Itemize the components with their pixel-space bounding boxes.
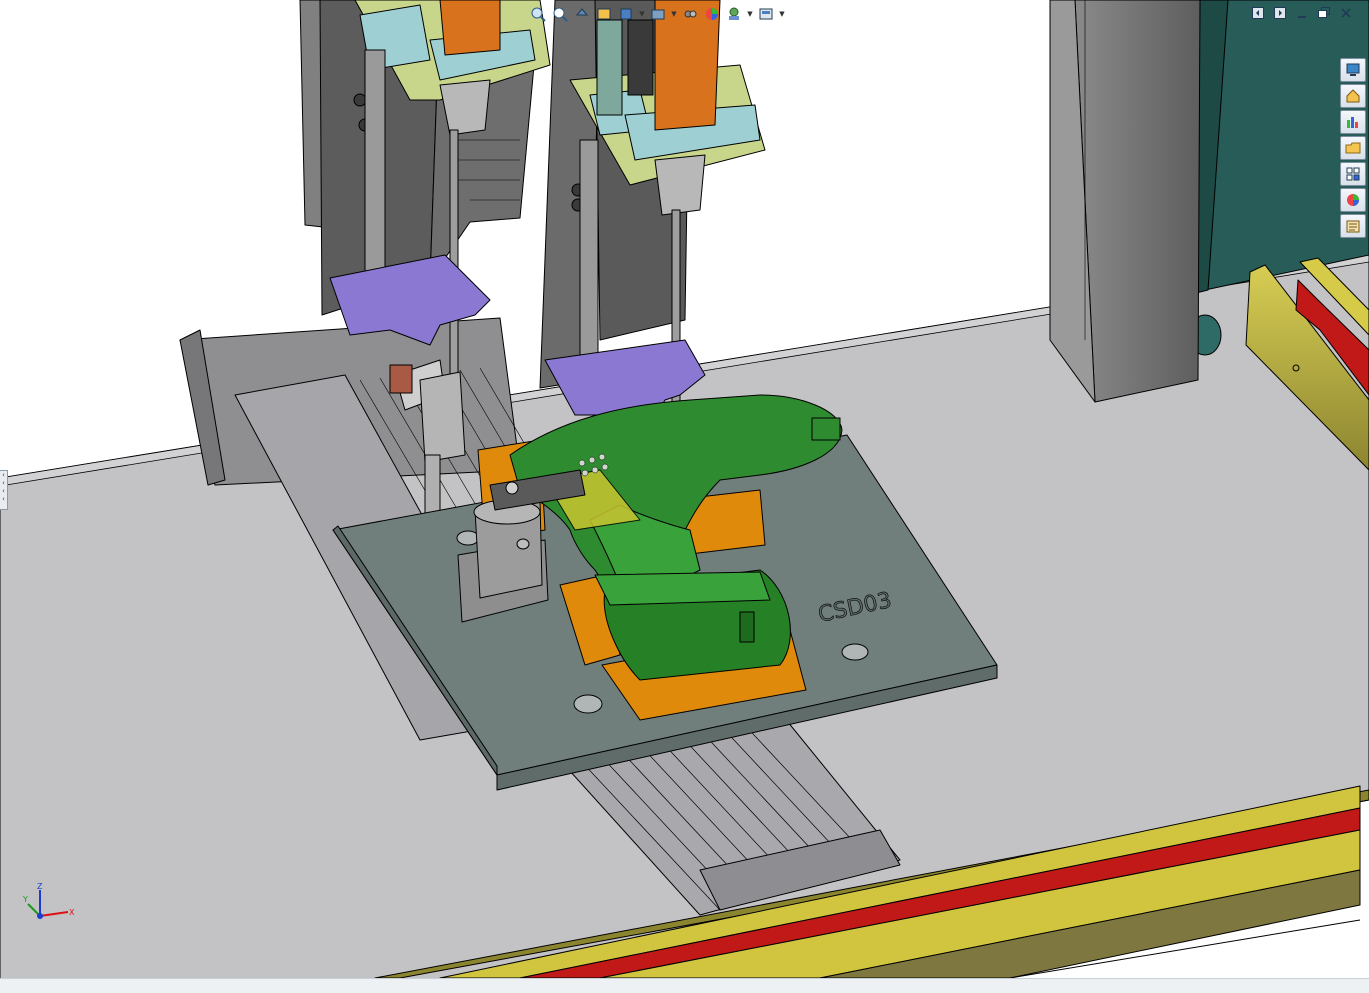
chevron-down-icon[interactable]: ▼: [670, 4, 678, 24]
gantry-column: [1049, 0, 1201, 403]
status-bar: [0, 978, 1369, 993]
heads-up-view-toolbar: ▼ ▼ ▼ ▼: [528, 3, 786, 25]
view-settings-icon[interactable]: [756, 4, 776, 24]
zoom-to-fit-icon[interactable]: [528, 4, 548, 24]
toolbox-icon[interactable]: [1340, 110, 1366, 134]
previous-window-icon[interactable]: [1249, 4, 1267, 22]
zoom-to-area-icon[interactable]: [550, 4, 570, 24]
chevron-down-icon[interactable]: ▼: [638, 4, 646, 24]
previous-view-icon[interactable]: [572, 4, 592, 24]
triad-z-label: Z: [37, 882, 43, 891]
view-orientation-icon[interactable]: [616, 4, 636, 24]
design-library-icon[interactable]: [1340, 84, 1366, 108]
apply-scene-icon[interactable]: [724, 4, 744, 24]
close-icon[interactable]: [1337, 4, 1355, 22]
display-style-icon[interactable]: [648, 4, 668, 24]
reference-triad: Z X Y: [20, 882, 80, 928]
triad-x-label: X: [69, 908, 75, 917]
custom-properties-icon[interactable]: [1340, 214, 1366, 238]
next-window-icon[interactable]: [1271, 4, 1289, 22]
restore-icon[interactable]: [1315, 4, 1333, 22]
chevron-down-icon[interactable]: ▼: [778, 4, 786, 24]
document-window-controls: [1249, 4, 1355, 22]
hide-show-items-icon[interactable]: [680, 4, 700, 24]
edit-appearance-icon[interactable]: [702, 4, 722, 24]
minimize-icon[interactable]: [1293, 4, 1311, 22]
appearances-scenes-icon[interactable]: [1340, 188, 1366, 212]
feature-manager-collapse-handle[interactable]: ‹ ‹ ‹ ‹: [0, 470, 8, 510]
chevron-down-icon[interactable]: ▼: [746, 4, 754, 24]
task-pane-tabs: [1340, 58, 1366, 238]
file-explorer-icon[interactable]: [1340, 136, 1366, 160]
view-palette-icon[interactable]: [1340, 162, 1366, 186]
section-view-icon[interactable]: [594, 4, 614, 24]
graphics-area[interactable]: CSD03: [0, 0, 1369, 993]
solidworks-resources-icon[interactable]: [1340, 58, 1366, 82]
triad-y-label: Y: [22, 895, 28, 904]
